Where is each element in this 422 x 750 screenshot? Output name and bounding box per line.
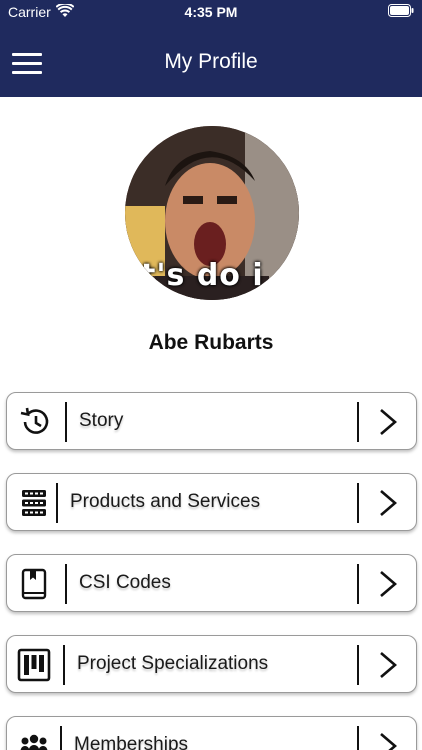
- chevron-right-icon: [380, 571, 397, 597]
- chevron-right-icon: [380, 409, 397, 435]
- chevron-right-icon: [380, 652, 397, 678]
- menu-item-csi-codes[interactable]: CSI Codes: [6, 554, 417, 612]
- group-people-icon: [20, 734, 48, 750]
- app-header: Carrier 4:35 PM My Profile: [0, 0, 422, 97]
- history-icon: [20, 407, 49, 434]
- card-divider: [357, 564, 359, 604]
- status-time: 4:35 PM: [184, 4, 238, 20]
- chevron-right-icon: [380, 490, 397, 516]
- menu-item-memberships[interactable]: Memberships: [6, 716, 417, 750]
- menu-item-label: CSI Codes: [79, 572, 171, 593]
- menu-item-project-specializations[interactable]: Project Specializations: [6, 635, 417, 693]
- card-divider: [357, 483, 359, 523]
- menu-item-label: Story: [79, 410, 124, 431]
- avatar-caption: t's do i: [141, 258, 264, 293]
- menu-item-label: Project Specializations: [77, 653, 269, 674]
- menu-item-label: Memberships: [74, 734, 189, 750]
- book-icon: [21, 568, 47, 600]
- chevron-right-icon: [380, 733, 397, 750]
- card-divider: [65, 402, 67, 442]
- menu-item-products-and-services[interactable]: Products and Services: [6, 473, 417, 531]
- profile-name: Abe Rubarts: [148, 331, 274, 354]
- card-divider: [56, 483, 58, 523]
- card-divider: [357, 402, 359, 442]
- status-bar: Carrier 4:35 PM: [0, 0, 422, 24]
- page-title: My Profile: [164, 50, 258, 73]
- kanban-board-icon: [17, 648, 51, 682]
- menu-item-label: Products and Services: [70, 491, 261, 512]
- menu-item-story[interactable]: Story: [6, 392, 417, 450]
- battery-icon: [388, 4, 414, 17]
- card-divider: [60, 726, 62, 750]
- card-divider: [357, 726, 359, 750]
- card-divider: [63, 645, 65, 685]
- card-divider: [357, 645, 359, 685]
- avatar: t's do i: [125, 126, 299, 300]
- server-rack-icon: [22, 490, 46, 516]
- card-divider: [65, 564, 67, 604]
